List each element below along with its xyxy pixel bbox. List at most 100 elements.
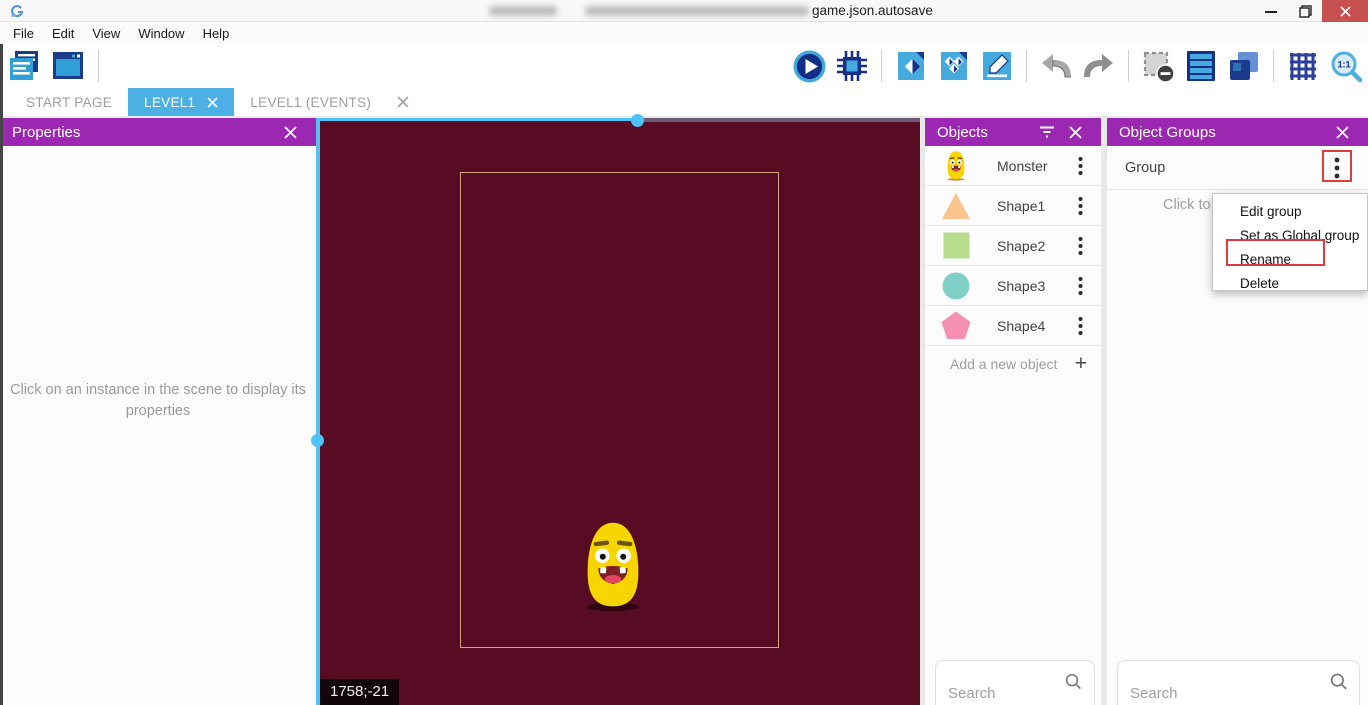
panel-title: Object Groups: [1119, 124, 1216, 141]
svg-text:1:1: 1:1: [1337, 59, 1350, 69]
delete-selection-icon: [1142, 50, 1175, 83]
minimize-icon: [1265, 5, 1277, 17]
add-object-label: Add a new object: [950, 356, 1075, 372]
undo-icon: [1039, 50, 1073, 82]
menu-window[interactable]: Window: [129, 26, 193, 41]
group-context-menu: Edit group Set as Global group Rename De…: [1212, 193, 1368, 291]
toolbar: 1:1: [0, 44, 1368, 88]
tab-level1-events[interactable]: LEVEL1 (EVENTS): [234, 88, 387, 116]
pentagon-thumbnail: [941, 310, 971, 342]
close-icon: [1335, 125, 1350, 140]
object-menu-button[interactable]: [1071, 316, 1089, 336]
object-row-monster[interactable]: Monster: [925, 146, 1101, 186]
title-bar: game.json.autosave: [0, 0, 1368, 22]
monster-instance[interactable]: [578, 518, 648, 613]
window-title: game.json.autosave: [812, 3, 933, 18]
resize-grip-left[interactable]: [311, 434, 324, 447]
object-menu-button[interactable]: [1071, 276, 1089, 296]
restore-icon: [1299, 5, 1312, 18]
properties-close-button[interactable]: [277, 125, 304, 140]
instances-editor-button[interactable]: [936, 48, 972, 84]
objects-search-input[interactable]: [948, 672, 1065, 705]
menu-item-edit-group[interactable]: Edit group: [1213, 199, 1367, 223]
object-menu-button[interactable]: [1071, 156, 1089, 176]
panel-resize-handle-top[interactable]: [320, 118, 638, 121]
object-row-shape4[interactable]: Shape4: [925, 306, 1101, 346]
project-manager-icon: [7, 49, 41, 83]
search-icon: [1065, 672, 1082, 691]
object-menu-button[interactable]: [1071, 236, 1089, 256]
menu-help[interactable]: Help: [194, 26, 239, 41]
layers-list-button[interactable]: [1183, 48, 1219, 84]
object-name: Shape4: [997, 318, 1071, 334]
properties-empty-message: Click on an instance in the scene to dis…: [8, 380, 308, 422]
redo-button[interactable]: [1081, 48, 1117, 84]
objects-header: Objects: [925, 118, 1101, 146]
start-page-icon: [51, 49, 85, 83]
minimize-button[interactable]: [1254, 0, 1288, 22]
properties-header: Properties: [0, 118, 316, 146]
editor-tab-bar: START PAGE LEVEL1 LEVEL1 (EVENTS): [0, 88, 1368, 116]
square-thumbnail: [941, 230, 971, 262]
debugger-chip-icon: [835, 49, 869, 83]
start-page-button[interactable]: [50, 48, 86, 84]
objects-close-button[interactable]: [1062, 125, 1089, 140]
layers-stack-button[interactable]: [1226, 48, 1262, 84]
gdevelop-logo: [10, 4, 24, 18]
object-row-shape3[interactable]: Shape3: [925, 266, 1101, 306]
tab-close-icon[interactable]: [207, 97, 218, 108]
tab-label: LEVEL1 (EVENTS): [250, 95, 371, 110]
groups-search-input[interactable]: [1130, 672, 1330, 705]
objects-filter-button[interactable]: [1032, 125, 1062, 139]
zoom-reset-button[interactable]: 1:1: [1328, 48, 1364, 84]
group-row[interactable]: Group: [1107, 146, 1368, 190]
object-row-shape1[interactable]: Shape1: [925, 186, 1101, 226]
kebab-menu-icon: [1078, 196, 1083, 216]
group-name: Group: [1125, 160, 1328, 176]
groups-search-box: [1117, 660, 1360, 705]
plus-icon: +: [1075, 352, 1087, 376]
scene-properties-button[interactable]: [979, 48, 1015, 84]
project-manager-button[interactable]: [6, 48, 42, 84]
group-menu-button[interactable]: [1328, 156, 1346, 180]
resize-grip-top[interactable]: [631, 114, 644, 127]
menu-file[interactable]: File: [4, 26, 43, 41]
scene-canvas[interactable]: 1758;-21: [320, 118, 920, 705]
search-icon: [1330, 672, 1347, 691]
window-controls: [1254, 0, 1368, 22]
kebab-menu-icon: [1078, 276, 1083, 296]
scene-top-border: [638, 118, 920, 122]
restore-button[interactable]: [1288, 0, 1322, 22]
properties-panel: Properties Click on an instance in the s…: [0, 118, 316, 705]
objects-editor-button[interactable]: [893, 48, 929, 84]
object-menu-button[interactable]: [1071, 196, 1089, 216]
toolbar-divider: [1128, 50, 1129, 82]
undo-button[interactable]: [1038, 48, 1074, 84]
panel-resize-handle-left[interactable]: [316, 118, 320, 705]
redo-icon: [1082, 50, 1116, 82]
menu-item-delete[interactable]: Delete: [1213, 271, 1367, 295]
circle-thumbnail: [941, 270, 971, 302]
object-row-shape2[interactable]: Shape2: [925, 226, 1101, 266]
object-groups-close-button[interactable]: [1329, 125, 1356, 140]
menu-bar: File Edit View Window Help: [0, 22, 1368, 44]
filter-icon: [1038, 125, 1056, 139]
tab-level1-events-close[interactable]: [387, 88, 419, 116]
redacted-path-segment: [585, 6, 809, 16]
tab-level1[interactable]: LEVEL1: [128, 88, 234, 116]
add-object-button[interactable]: Add a new object +: [925, 346, 1101, 382]
play-preview-button[interactable]: [791, 48, 827, 84]
delete-selection-button[interactable]: [1140, 48, 1176, 84]
toggle-grid-button[interactable]: [1285, 48, 1321, 84]
object-name: Shape3: [997, 278, 1071, 294]
close-button[interactable]: [1322, 0, 1368, 22]
gdevelop-window: game.json.autosave File Edit View Window…: [0, 0, 1368, 705]
menu-item-rename[interactable]: Rename: [1213, 247, 1367, 271]
menu-item-set-global-group[interactable]: Set as Global group: [1213, 223, 1367, 247]
menu-edit[interactable]: Edit: [43, 26, 83, 41]
menu-view[interactable]: View: [83, 26, 129, 41]
tab-start-page[interactable]: START PAGE: [10, 88, 128, 116]
debugger-button[interactable]: [834, 48, 870, 84]
tab-label: LEVEL1: [144, 95, 195, 110]
toolbar-divider: [98, 50, 99, 82]
